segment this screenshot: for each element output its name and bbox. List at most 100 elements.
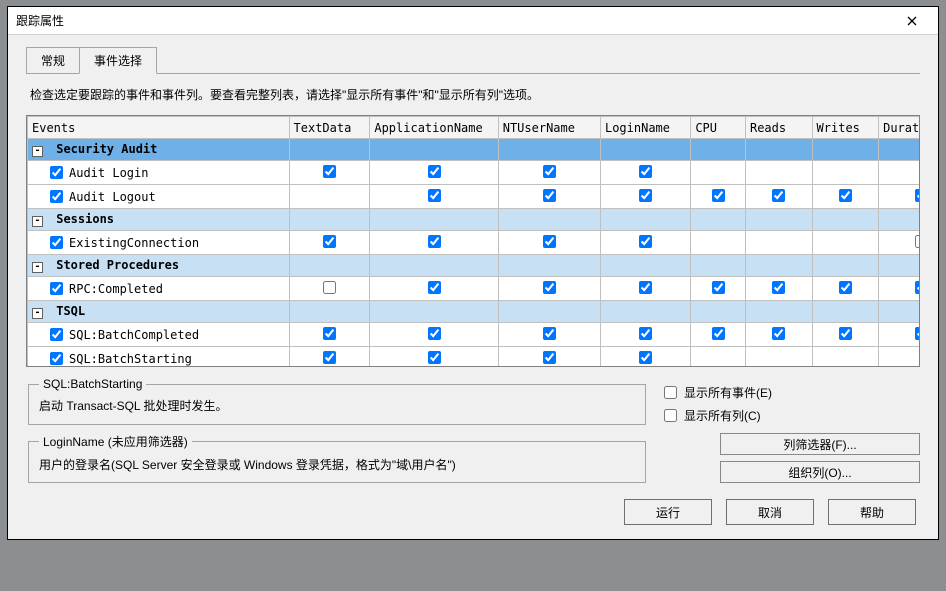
grid-header-writes[interactable]: Writes: [812, 117, 879, 139]
show-all-events-checkbox[interactable]: [664, 386, 677, 399]
grid-cell[interactable]: [289, 347, 370, 367]
event-row[interactable]: Audit Logout: [28, 185, 920, 209]
show-all-events-label[interactable]: 显示所有事件(E): [660, 383, 920, 402]
grid-cell[interactable]: [370, 323, 498, 347]
event-cell[interactable]: ExistingConnection: [28, 231, 290, 255]
event-checkbox[interactable]: [50, 166, 63, 179]
column-checkbox[interactable]: [543, 165, 556, 178]
grid-cell[interactable]: [600, 323, 690, 347]
column-checkbox[interactable]: [639, 235, 652, 248]
grid-cell[interactable]: [745, 347, 812, 367]
grid-cell[interactable]: [812, 231, 879, 255]
grid-cell[interactable]: [370, 185, 498, 209]
help-button[interactable]: 帮助: [828, 499, 916, 525]
column-checkbox[interactable]: [543, 281, 556, 294]
grid-cell[interactable]: [691, 347, 746, 367]
collapse-icon[interactable]: -: [32, 146, 43, 157]
category-row[interactable]: - Stored Procedures: [28, 255, 920, 277]
grid-cell[interactable]: [600, 185, 690, 209]
event-cell[interactable]: SQL:BatchStarting: [28, 347, 290, 367]
column-checkbox[interactable]: [543, 235, 556, 248]
category-row[interactable]: - Security Audit: [28, 139, 920, 161]
grid-cell[interactable]: [812, 185, 879, 209]
grid-cell[interactable]: [691, 161, 746, 185]
column-checkbox[interactable]: [428, 281, 441, 294]
grid-cell[interactable]: [691, 231, 746, 255]
grid-cell[interactable]: [812, 347, 879, 367]
column-checkbox[interactable]: [839, 327, 852, 340]
grid-header-textdata[interactable]: TextData: [289, 117, 370, 139]
column-checkbox[interactable]: [428, 351, 441, 364]
column-checkbox[interactable]: [323, 165, 336, 178]
grid-cell[interactable]: [879, 161, 919, 185]
column-checkbox[interactable]: [428, 235, 441, 248]
column-checkbox[interactable]: [428, 189, 441, 202]
grid-cell[interactable]: [691, 185, 746, 209]
grid-cell[interactable]: [289, 277, 370, 301]
column-checkbox[interactable]: [712, 189, 725, 202]
column-checkbox[interactable]: [839, 281, 852, 294]
grid-header-duration[interactable]: Duration: [879, 117, 919, 139]
cancel-button[interactable]: 取消: [726, 499, 814, 525]
grid-cell[interactable]: [812, 277, 879, 301]
category-row[interactable]: - Sessions: [28, 209, 920, 231]
event-checkbox[interactable]: [50, 236, 63, 249]
event-cell[interactable]: RPC:Completed: [28, 277, 290, 301]
column-checkbox[interactable]: [428, 165, 441, 178]
column-checkbox[interactable]: [323, 327, 336, 340]
organize-columns-button[interactable]: 组织列(O)...: [720, 461, 920, 483]
grid-cell[interactable]: [879, 277, 919, 301]
close-button[interactable]: [892, 8, 932, 34]
grid-header-cpu[interactable]: CPU: [691, 117, 746, 139]
event-row[interactable]: ExistingConnection: [28, 231, 920, 255]
tab-general[interactable]: 常规: [26, 47, 80, 73]
grid-cell[interactable]: [289, 161, 370, 185]
column-checkbox[interactable]: [712, 281, 725, 294]
collapse-icon[interactable]: -: [32, 216, 43, 227]
grid-cell[interactable]: [745, 323, 812, 347]
column-checkbox[interactable]: [915, 235, 919, 248]
grid-cell[interactable]: [370, 161, 498, 185]
grid-cell[interactable]: [289, 185, 370, 209]
column-checkbox[interactable]: [772, 327, 785, 340]
grid-cell[interactable]: [600, 231, 690, 255]
grid-cell[interactable]: [498, 185, 600, 209]
event-checkbox[interactable]: [50, 352, 63, 365]
grid-cell[interactable]: [691, 323, 746, 347]
column-checkbox[interactable]: [543, 189, 556, 202]
grid-cell[interactable]: [289, 231, 370, 255]
grid-cell[interactable]: [370, 277, 498, 301]
category-row[interactable]: - TSQL: [28, 301, 920, 323]
events-grid-scroll[interactable]: EventsTextDataApplicationNameNTUserNameL…: [27, 116, 919, 366]
grid-cell[interactable]: [498, 231, 600, 255]
column-checkbox[interactable]: [915, 189, 919, 202]
event-checkbox[interactable]: [50, 282, 63, 295]
column-checkbox[interactable]: [772, 189, 785, 202]
grid-cell[interactable]: [745, 185, 812, 209]
show-all-columns-checkbox[interactable]: [664, 409, 677, 422]
event-cell[interactable]: Audit Logout: [28, 185, 290, 209]
grid-cell[interactable]: [370, 231, 498, 255]
event-row[interactable]: SQL:BatchCompleted: [28, 323, 920, 347]
grid-cell[interactable]: [879, 185, 919, 209]
column-checkbox[interactable]: [915, 327, 919, 340]
grid-cell[interactable]: [691, 277, 746, 301]
event-row[interactable]: Audit Login: [28, 161, 920, 185]
column-checkbox[interactable]: [915, 281, 919, 294]
grid-cell[interactable]: [600, 277, 690, 301]
grid-header-reads[interactable]: Reads: [745, 117, 812, 139]
collapse-icon[interactable]: -: [32, 308, 43, 319]
column-checkbox[interactable]: [428, 327, 441, 340]
grid-header-loginname[interactable]: LoginName: [600, 117, 690, 139]
grid-cell[interactable]: [879, 231, 919, 255]
category-cell[interactable]: - TSQL: [28, 301, 290, 323]
grid-cell[interactable]: [498, 161, 600, 185]
column-checkbox[interactable]: [639, 189, 652, 202]
column-filter-button[interactable]: 列筛选器(F)...: [720, 433, 920, 455]
grid-cell[interactable]: [879, 323, 919, 347]
category-cell[interactable]: - Stored Procedures: [28, 255, 290, 277]
column-checkbox[interactable]: [323, 351, 336, 364]
grid-cell[interactable]: [498, 347, 600, 367]
grid-cell[interactable]: [745, 161, 812, 185]
category-cell[interactable]: - Security Audit: [28, 139, 290, 161]
